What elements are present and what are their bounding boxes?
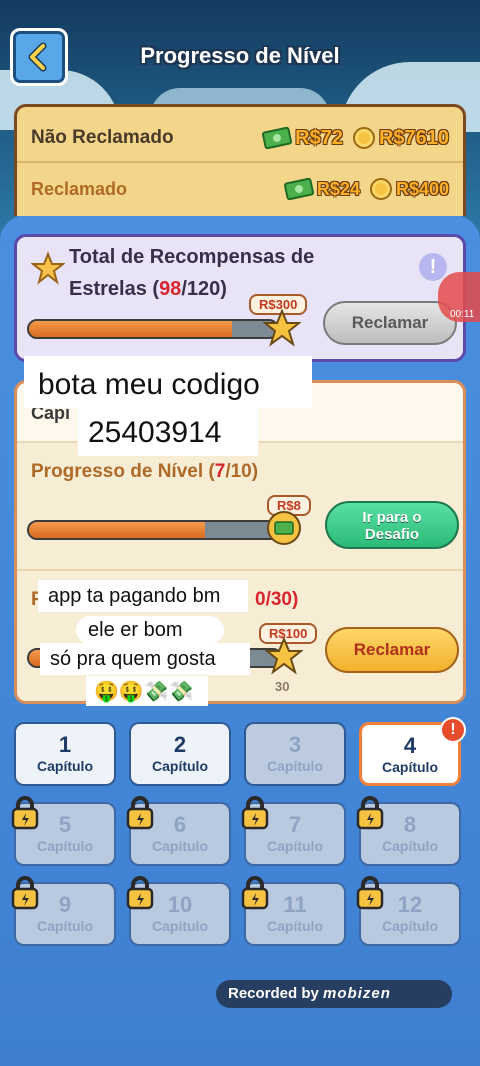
chapter-label: Capítulo xyxy=(152,758,208,774)
recorder-timer: 00:11 xyxy=(450,309,475,320)
unclaimed-coins-value: R$7610 xyxy=(378,126,449,149)
second-progress-value: 0/30) xyxy=(255,589,298,611)
go-to-challenge-button[interactable]: Ir para o Desafio xyxy=(325,501,459,549)
recorder-watermark: Recorded by mobizen xyxy=(216,980,452,1008)
level-progress-bar xyxy=(27,520,283,540)
chapter-tile-4[interactable]: 4 Capítulo! xyxy=(359,717,466,786)
unclaimed-cash-value: R$72 xyxy=(295,126,343,149)
challenge-button-line1: Ir para o xyxy=(362,509,422,526)
chapter-tile-10[interactable]: 10 Capítulo xyxy=(126,876,231,946)
star-current: 98 xyxy=(159,278,182,300)
lock-icon xyxy=(356,876,384,910)
recorder-text: Recorded by xyxy=(228,985,319,1002)
level-progress-title: Progresso de Nível (7/10) xyxy=(31,461,258,483)
unclaimed-coins: R$7610 xyxy=(352,126,449,150)
reward-star-icon xyxy=(263,309,301,347)
star-progress-bar xyxy=(27,319,279,339)
coin-icon xyxy=(352,127,375,149)
overlay-message-1: app ta pagando bm xyxy=(38,580,248,612)
chapter-tile-6[interactable]: 6 Capítulo xyxy=(126,796,231,866)
chapter-tile-5[interactable]: 5 Capítulo xyxy=(11,796,116,866)
alert-icon: ! xyxy=(440,717,466,743)
chapter-label: Capítulo xyxy=(267,758,323,774)
star-rewards-card: Total de Recompensas de Estrelas (98/120… xyxy=(14,234,466,362)
chapter-tile-9[interactable]: 9 Capítulo xyxy=(11,876,116,946)
lock-icon xyxy=(241,876,269,910)
chapter-number: 3 xyxy=(288,732,302,757)
chapter-tile-7[interactable]: 7 Capítulo xyxy=(241,796,346,866)
chapter-number: 1 xyxy=(58,732,72,757)
level-current: 7 xyxy=(214,461,226,482)
recorder-brand: mobizen xyxy=(323,985,391,1002)
lock-icon xyxy=(11,796,39,830)
overlay-code-line2: 25403914 xyxy=(78,408,258,456)
claim-summary-panel: Não Reclamado R$72 R$7610 Reclamado R$24… xyxy=(14,104,466,216)
chapter-label: Capítulo xyxy=(267,918,323,934)
cash-star-icon xyxy=(267,511,301,545)
overlay-message-2: ele er bom xyxy=(76,616,224,644)
claim-chapter-button[interactable]: Reclamar xyxy=(325,627,459,673)
chapter-label: Capítulo xyxy=(37,758,93,774)
chapter-label: Capítulo xyxy=(267,838,323,854)
level-title-text: Progresso de Nível ( xyxy=(31,461,215,482)
chapter-label: Capítulo xyxy=(152,918,208,934)
overlay-code-line1: bota meu codigo xyxy=(24,356,312,408)
claimed-cash-value: R$24 xyxy=(316,178,360,199)
lock-icon xyxy=(241,796,269,830)
lock-icon xyxy=(11,876,39,910)
chapter-number: 2 xyxy=(173,732,187,757)
level-progress-fill xyxy=(29,522,206,538)
chapter-tile-3[interactable]: 3 Capítulo xyxy=(244,722,346,786)
second-count: 30 xyxy=(275,679,290,694)
unclaimed-row: Não Reclamado R$72 R$7610 xyxy=(17,115,463,163)
chapter-label: Capítulo xyxy=(37,918,93,934)
chapter-tile-1[interactable]: 1 Capítulo xyxy=(14,722,116,786)
coin-icon xyxy=(369,178,392,200)
claim-stars-button[interactable]: Reclamar xyxy=(323,301,457,345)
divider xyxy=(17,569,463,571)
chapter-label: Capítulo xyxy=(382,759,438,775)
lock-icon xyxy=(356,796,384,830)
chapter-tile-2[interactable]: 2 Capítulo xyxy=(129,722,231,786)
info-icon[interactable]: ! xyxy=(419,253,447,281)
claimed-coins-value: R$400 xyxy=(395,178,449,199)
claimed-cash: R$24 xyxy=(283,177,360,201)
claimed-row: Reclamado R$24 R$400 xyxy=(17,167,463,211)
challenge-button-line2: Desafio xyxy=(364,526,420,543)
chapter-label: Capítulo xyxy=(382,838,438,854)
second-value: 0/30) xyxy=(255,589,299,610)
lock-icon xyxy=(126,796,154,830)
star-progress-fill xyxy=(29,321,233,337)
lock-icon xyxy=(126,876,154,910)
star-total: /120) xyxy=(181,278,227,300)
page-title: Progresso de Nível xyxy=(140,43,340,68)
overlay-emojis: 🤑🤑💸💸 xyxy=(86,676,208,706)
star-icon xyxy=(31,251,65,285)
reward-star-icon xyxy=(265,637,303,675)
chapter-label: Capítulo xyxy=(152,838,208,854)
chapter-tile-12[interactable]: 12 Capítulo xyxy=(356,876,461,946)
chapter-label: Capítulo xyxy=(382,918,438,934)
level-total: /10) xyxy=(225,461,259,482)
overlay-message-3: só pra quem gosta xyxy=(40,643,250,675)
cash-icon xyxy=(283,177,315,201)
star-rewards-title: Total de Recompensas de Estrelas (98/120… xyxy=(69,241,389,305)
claimed-label: Reclamado xyxy=(31,178,128,199)
unclaimed-cash: R$72 xyxy=(261,126,343,150)
cash-icon xyxy=(261,126,293,150)
chapter-tile-11[interactable]: 11 Capítulo xyxy=(241,876,346,946)
claimed-coins: R$400 xyxy=(369,178,449,200)
chapter-label: Capítulo xyxy=(37,838,93,854)
unclaimed-label: Não Reclamado xyxy=(31,127,174,148)
chapter-tile-8[interactable]: 8 Capítulo xyxy=(356,796,461,866)
